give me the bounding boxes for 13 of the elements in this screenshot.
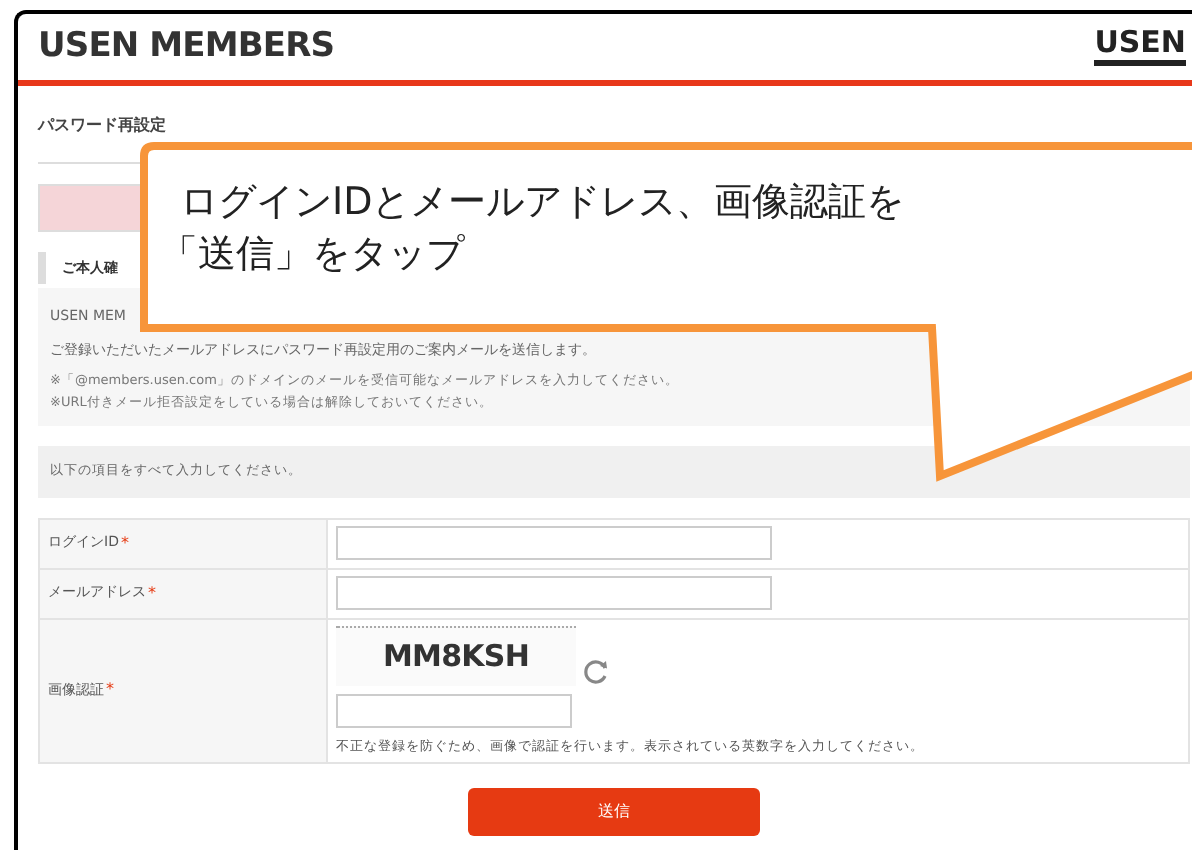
refresh-icon[interactable] (582, 657, 610, 685)
text-input[interactable] (336, 576, 772, 610)
logo: USEN (1094, 28, 1186, 66)
callout-text: 「送信」をタップ (160, 230, 467, 280)
required-mark: * (120, 531, 129, 555)
captcha-text: MM8KSH (382, 635, 530, 678)
submit-button[interactable]: 送信 (468, 788, 760, 837)
text-input[interactable] (336, 526, 772, 560)
captcha-input[interactable] (336, 693, 572, 727)
site-title: USEN MEMBERS (38, 23, 335, 70)
required-mark: * (148, 581, 156, 605)
callout-text: ログインIDとメールアドレス、画像認証を (180, 178, 905, 228)
required-mark: * (106, 678, 114, 703)
